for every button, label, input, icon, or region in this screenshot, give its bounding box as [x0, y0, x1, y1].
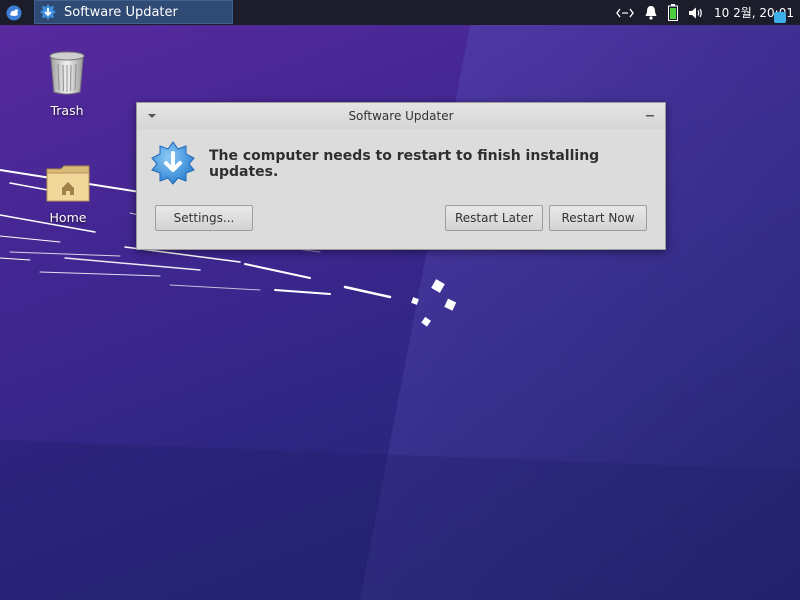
software-updater-dialog: Software Updater The computer needs to r…: [136, 102, 666, 250]
desktop-icon-label: Home: [49, 210, 87, 225]
desktop-icon-trash[interactable]: Trash: [27, 50, 107, 118]
system-tray: 10 2월, 20:01: [616, 0, 800, 25]
desktop-icon-label: Trash: [50, 103, 84, 118]
desktop-icon-home[interactable]: Home: [28, 163, 108, 225]
settings-button[interactable]: Settings...: [155, 205, 253, 231]
top-panel: Software Updater 10 2월, 20:01: [0, 0, 800, 25]
wallpaper-decoration: [0, 25, 800, 600]
bell-icon[interactable]: [644, 5, 658, 20]
volume-icon[interactable]: [688, 6, 704, 20]
desktop-background: Software Updater 10 2월, 20:01 Trash Home…: [0, 0, 800, 600]
trash-icon: [48, 51, 86, 99]
restart-later-button[interactable]: Restart Later: [445, 205, 543, 231]
taskbar-button-software-updater[interactable]: Software Updater: [34, 0, 233, 24]
xubuntu-logo-icon[interactable]: [0, 0, 28, 25]
dialog-titlebar[interactable]: Software Updater: [137, 103, 665, 129]
software-updater-icon: [39, 3, 57, 21]
software-updater-icon: [151, 141, 195, 185]
dialog-title: Software Updater: [348, 109, 454, 123]
window-menu-icon[interactable]: [145, 109, 159, 123]
network-icon[interactable]: [616, 7, 634, 19]
minimize-icon[interactable]: [643, 109, 657, 123]
restart-now-button[interactable]: Restart Now: [549, 205, 647, 231]
taskbar-button-label: Software Updater: [64, 4, 178, 20]
notification-badge-icon[interactable]: [774, 12, 786, 23]
battery-icon[interactable]: [668, 4, 679, 21]
home-folder-icon: [45, 165, 91, 206]
dialog-message: The computer needs to restart to finish …: [209, 148, 600, 180]
